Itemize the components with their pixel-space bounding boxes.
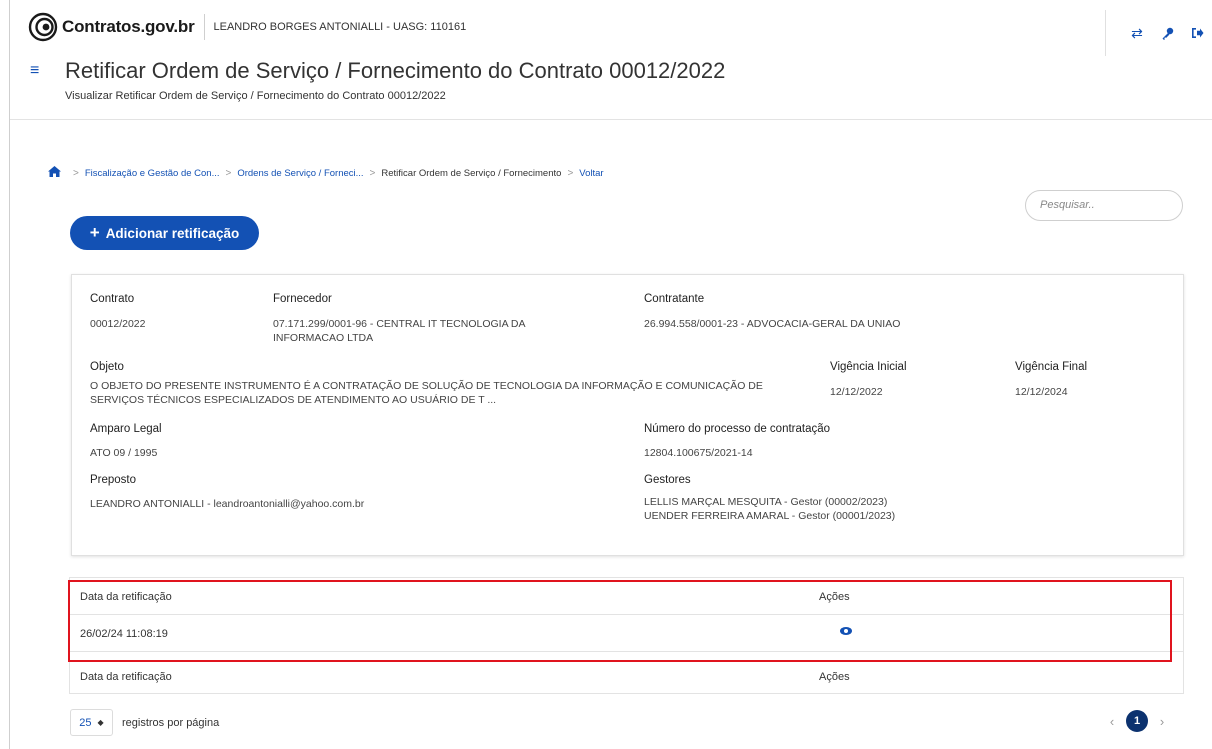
plus-icon: + [89,223,100,242]
pagination: ‹ 1 › [1104,710,1170,732]
page-number-current[interactable]: 1 [1126,710,1148,732]
gestor-item: UENDER FERREIRA AMARAL - Gestor (00001/2… [644,510,896,522]
sort-caret-icon: ◆ [97,718,104,727]
add-retification-label: Adicionar retificação [105,225,240,241]
chevron-right-icon[interactable]: › [1154,714,1170,729]
logout-icon[interactable] [1182,27,1212,39]
page-subtitle: Visualizar Retificar Ordem de Serviço / … [65,90,446,102]
amparo-legal-label: Amparo Legal [90,423,162,435]
breadcrumb: > Fiscalização e Gestão de Con... > Orde… [48,166,604,180]
breadcrumb-separator: > [369,167,376,179]
vigencia-inicial-label: Vigência Inicial [830,361,907,373]
brand-name: Contratos.gov.br [62,17,195,36]
gestor-item: LELLIS MARÇAL MESQUITA - Gestor (00002/2… [644,496,888,508]
breadcrumb-item-current: Retificar Ordem de Serviço / Forneciment… [381,167,562,179]
menu-icon[interactable]: ≡ [30,62,39,80]
top-actions: ⇄ [1105,10,1212,56]
objeto-value-line2: SERVIÇOS TÉCNICOS ESPECIALIZADOS DE ATEN… [90,394,497,406]
contratante-label: Contratante [644,293,705,305]
breadcrumb-separator: > [567,167,574,179]
column-footer-actions: Ações [819,671,850,683]
contrato-label: Contrato [90,293,135,305]
page-size-label: registros por página [122,716,220,729]
preposto-value: LEANDRO ANTONIALLI - leandroantonialli@y… [90,498,365,510]
preposto-label: Preposto [90,474,137,486]
fornecedor-label: Fornecedor [273,293,332,305]
column-footer-date: Data da retificação [80,671,172,683]
key-icon[interactable] [1152,27,1182,40]
page-size-value: 25 [79,716,92,729]
gestores-label: Gestores [644,474,691,486]
objeto-value-line1: O OBJETO DO PRESENTE INSTRUMENTO É A CON… [90,380,763,392]
page-size-control: 25 ◆ registros por página [70,709,219,736]
add-retification-button[interactable]: + Adicionar retificação [70,216,259,250]
brand[interactable]: Contratos.gov.br LEANDRO BORGES ANTONIAL… [28,12,466,42]
breadcrumb-item-fiscalizacao[interactable]: Fiscalização e Gestão de Con... [85,168,220,179]
contract-info-card: Contrato 00012/2022 Fornecedor 07.171.29… [71,274,1184,556]
chevron-left-icon[interactable]: ‹ [1104,714,1120,729]
gov-logo-icon [28,12,58,42]
breadcrumb-separator: > [225,167,232,179]
page-title: Retificar Ordem de Serviço / Forneciment… [65,58,726,83]
vigencia-final-label: Vigência Final [1015,361,1088,373]
switch-icon[interactable]: ⇄ [1122,25,1152,42]
header: Contratos.gov.br LEANDRO BORGES ANTONIAL… [10,0,1212,120]
table-footer-header: Data da retificação Ações [70,660,1183,697]
amparo-legal-value: ATO 09 / 1995 [90,447,158,459]
contratante-value: 26.994.558/0001-23 - ADVOCACIA-GERAL DA … [644,318,901,330]
fornecedor-value-line2: INFORMACAO LTDA [273,332,374,344]
processo-value: 12804.100675/2021-14 [644,447,753,459]
breadcrumb-item-ordens[interactable]: Ordens de Serviço / Forneci... [237,168,363,179]
highlight-box [68,580,1172,662]
objeto-label: Objeto [90,361,124,373]
vigencia-final-value: 12/12/2024 [1015,386,1068,398]
vigencia-inicial-value: 12/12/2022 [830,386,883,398]
page-size-select[interactable]: 25 ◆ [70,709,113,736]
fornecedor-value-line1: 07.171.299/0001-96 - CENTRAL IT TECNOLOG… [273,318,526,330]
search-input[interactable]: Pesquisar.. [1025,190,1183,221]
home-icon[interactable] [48,166,61,180]
contrato-value: 00012/2022 [90,318,146,330]
breadcrumb-back-link[interactable]: Voltar [579,168,603,179]
brand-divider [203,14,205,40]
user-info: LEANDRO BORGES ANTONIALLI - UASG: 110161 [213,21,467,33]
app-frame: Contratos.gov.br LEANDRO BORGES ANTONIAL… [9,0,1212,749]
breadcrumb-separator: > [73,167,79,179]
processo-label: Número do processo de contratação [644,423,831,435]
